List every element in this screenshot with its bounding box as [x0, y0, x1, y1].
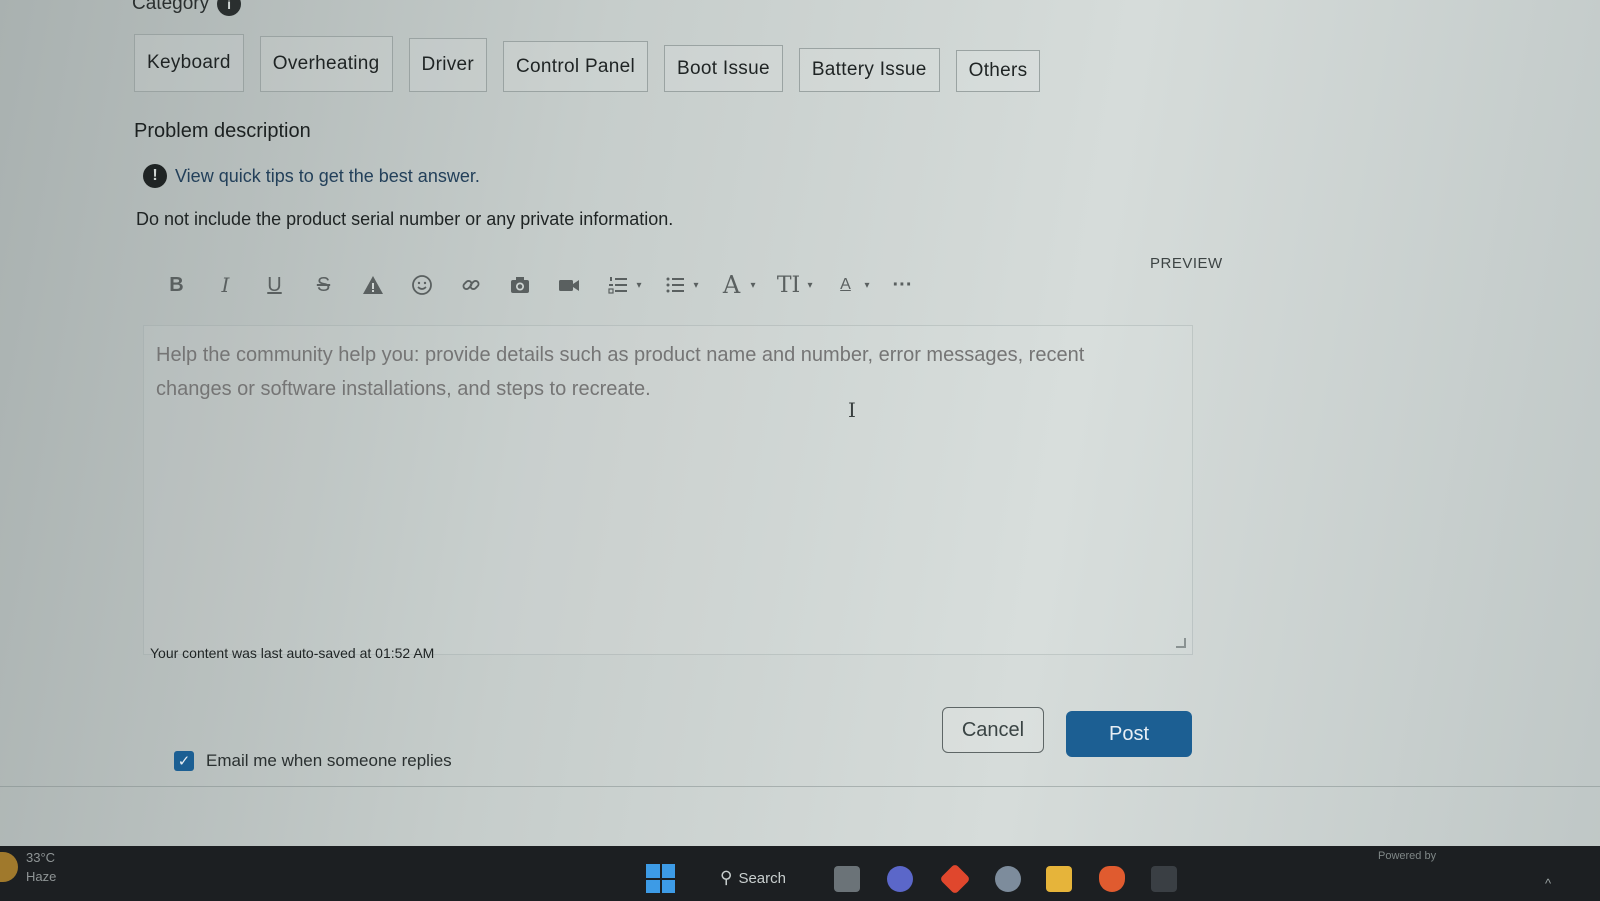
- cancel-button[interactable]: Cancel: [942, 707, 1044, 753]
- resize-handle-icon[interactable]: [1176, 638, 1186, 648]
- category-chip-driver[interactable]: Driver: [408, 38, 488, 92]
- weather-desc: Haze: [26, 869, 57, 884]
- windows-taskbar: [0, 846, 1600, 901]
- category-chip-control-panel[interactable]: Control Panel: [503, 41, 649, 92]
- weather-widget[interactable]: 33°C Haze: [26, 848, 56, 886]
- task-view-icon[interactable]: [834, 866, 860, 892]
- file-explorer-icon[interactable]: [1046, 866, 1072, 892]
- weather-temp: 33°C: [26, 850, 56, 865]
- problem-editor[interactable]: I: [143, 325, 1193, 655]
- text-color-icon[interactable]: [348, 268, 397, 302]
- category-heading-text: Category: [132, 0, 210, 14]
- problem-description-title: Problem description: [134, 120, 311, 142]
- problem-textarea[interactable]: [156, 338, 1156, 418]
- text-style-dropdown-icon[interactable]: ▾: [860, 268, 874, 302]
- taskbar-search[interactable]: ⚲ Search: [720, 868, 786, 888]
- tray-overflow-icon[interactable]: ^: [1545, 876, 1559, 891]
- email-notify-label: Email me when someone replies: [206, 751, 452, 770]
- search-icon: ⚲: [720, 868, 733, 887]
- taskbar-search-label: Search: [738, 869, 786, 887]
- settings-gear-icon[interactable]: [995, 866, 1021, 892]
- camera-icon[interactable]: [495, 268, 544, 302]
- meet-app-icon[interactable]: [887, 866, 913, 892]
- brave-browser-icon[interactable]: [1099, 866, 1125, 892]
- privacy-note: Do not include the product serial number…: [136, 209, 674, 229]
- font-family-dropdown-icon[interactable]: ▾: [746, 268, 760, 302]
- video-icon[interactable]: [544, 268, 593, 302]
- windows-start-icon[interactable]: [646, 864, 675, 893]
- email-notify-checkbox[interactable]: ✓: [174, 751, 194, 771]
- strikethrough-icon[interactable]: S: [299, 268, 348, 302]
- category-chip-boot-issue[interactable]: Boot Issue: [664, 45, 783, 92]
- info-icon[interactable]: i: [217, 0, 242, 16]
- post-question-form: Category i Keyboard Overheating Driver C…: [0, 0, 1600, 840]
- preview-toggle[interactable]: PREVIEW: [1150, 255, 1223, 272]
- font-size-dropdown-icon[interactable]: ▾: [803, 268, 817, 302]
- category-chip-group: Keyboard Overheating Driver Control Pane…: [134, 34, 1041, 92]
- link-icon[interactable]: [446, 268, 495, 302]
- emoji-icon[interactable]: [397, 268, 446, 302]
- italic-icon[interactable]: I: [201, 268, 250, 302]
- category-chip-keyboard[interactable]: Keyboard: [134, 34, 244, 92]
- quick-tips-link[interactable]: View quick tips to get the best answer.: [175, 166, 480, 187]
- form-divider: [0, 786, 1600, 787]
- category-heading: Category i: [132, 0, 242, 16]
- category-chip-overheating[interactable]: Overheating: [259, 36, 393, 92]
- editor-toolbar: B I U S ▾ ▾ A ▾ TI ▾ A ▾ ···: [152, 268, 927, 302]
- alert-icon: !: [143, 164, 167, 188]
- quick-tips-row[interactable]: ! View quick tips to get the best answer…: [143, 164, 480, 188]
- unordered-list-dropdown-icon[interactable]: ▾: [689, 268, 703, 302]
- bold-icon[interactable]: B: [152, 268, 201, 302]
- more-icon[interactable]: ···: [878, 268, 927, 302]
- text-cursor-icon: I: [848, 398, 856, 422]
- underline-icon[interactable]: U: [250, 268, 299, 302]
- email-notify-option[interactable]: ✓ Email me when someone replies: [174, 751, 452, 771]
- terminal-icon[interactable]: [1151, 866, 1177, 892]
- autosave-status: Your content was last auto-saved at 01:5…: [150, 645, 435, 661]
- category-chip-battery-issue[interactable]: Battery Issue: [798, 48, 940, 92]
- powered-by-text: Powered by: [1378, 850, 1437, 862]
- ordered-list-dropdown-icon[interactable]: ▾: [632, 268, 646, 302]
- category-chip-others[interactable]: Others: [955, 50, 1041, 92]
- post-button[interactable]: Post: [1066, 711, 1192, 757]
